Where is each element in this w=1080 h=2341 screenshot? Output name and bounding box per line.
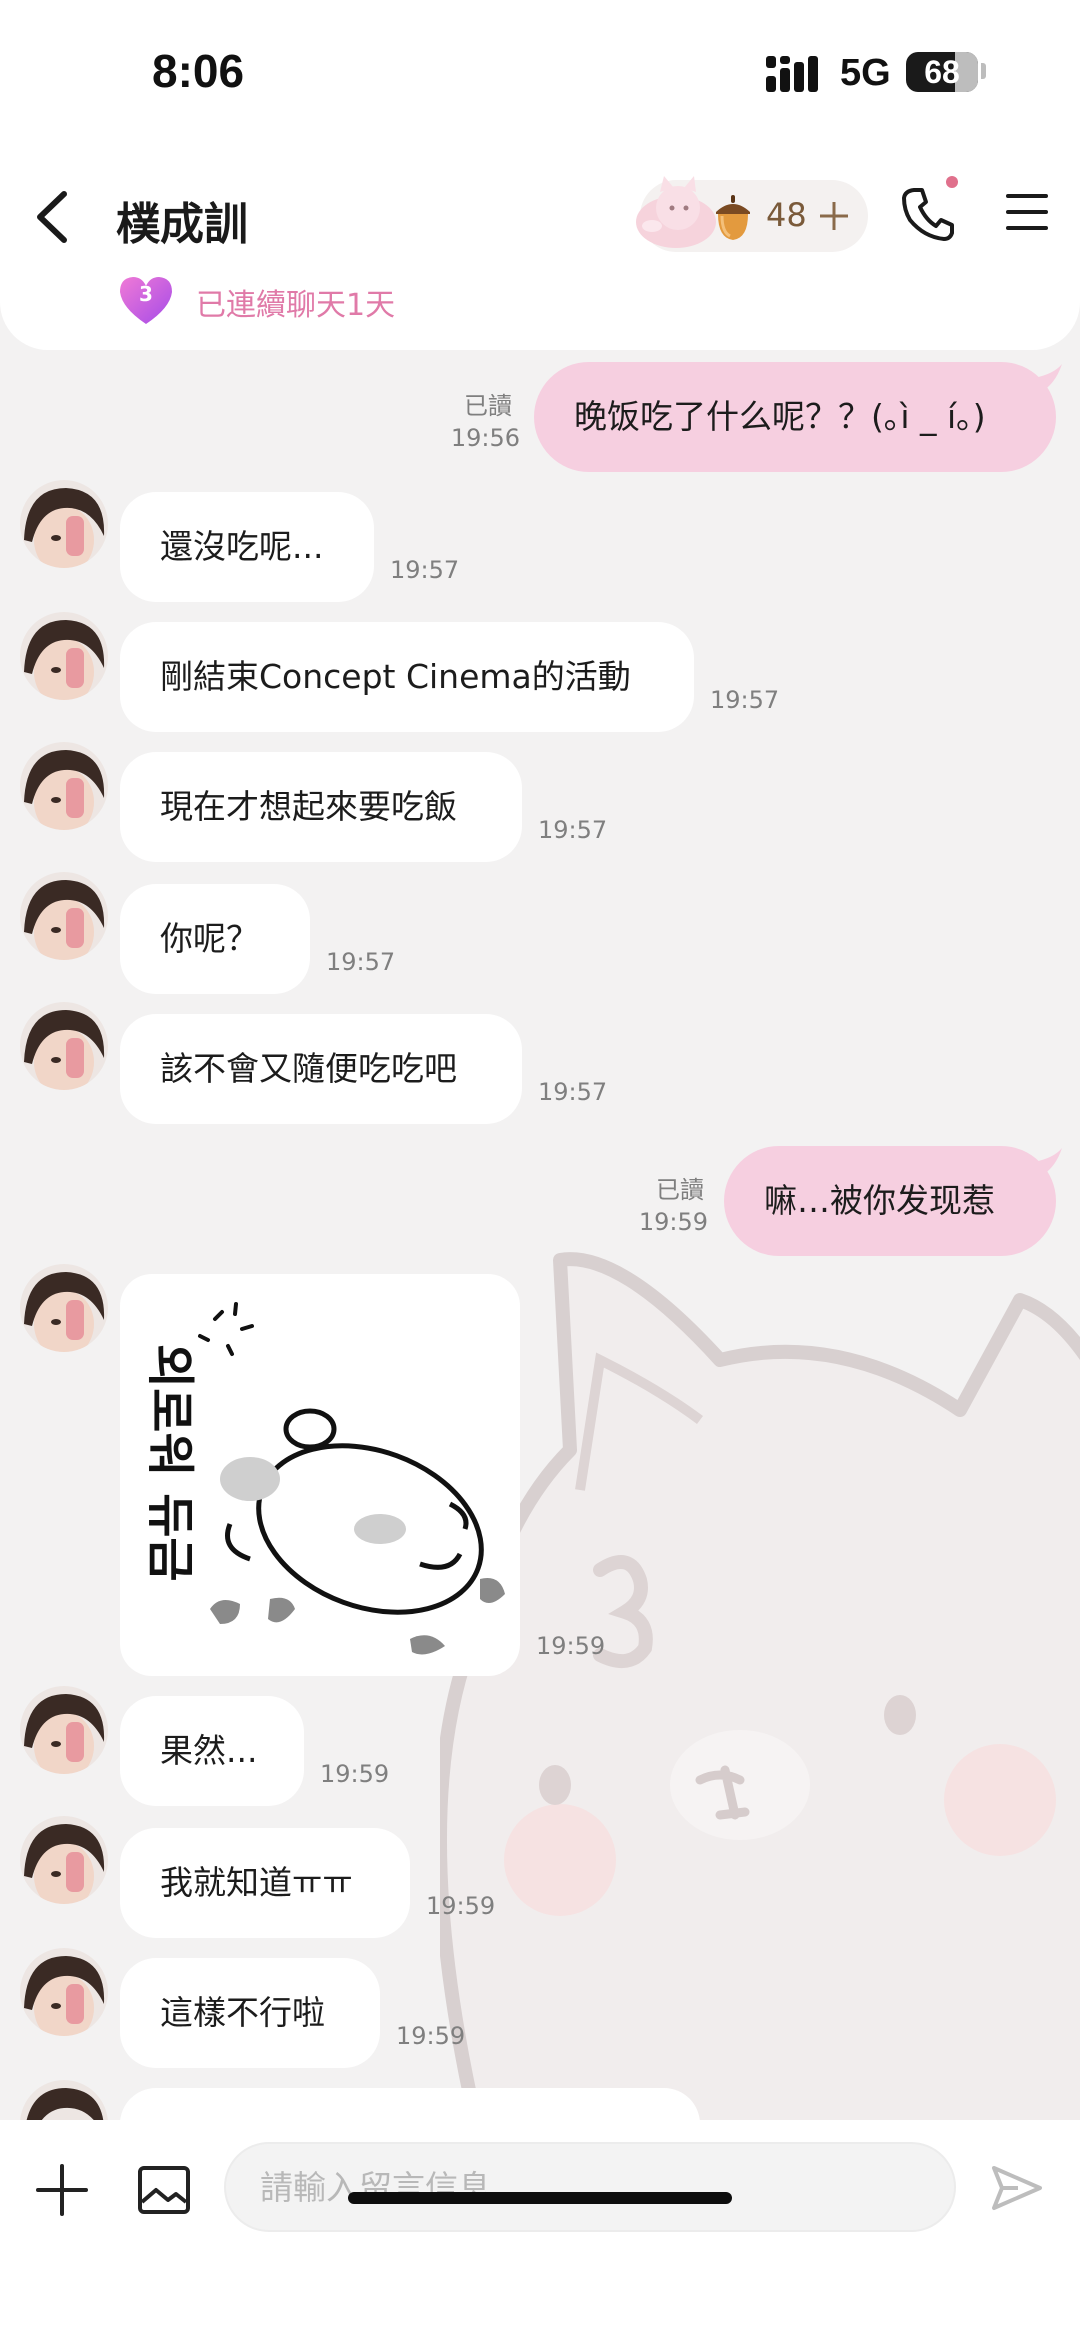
send-icon[interactable]: [988, 2160, 1044, 2216]
message-bubble[interactable]: 現在才想起來要吃飯: [120, 752, 522, 862]
avatar-image: [20, 480, 108, 568]
battery-cap: [981, 63, 986, 79]
message-timestamp: 19:59: [320, 1760, 390, 1788]
streak-count: 3: [139, 282, 153, 306]
status-bar: 8:06 5G 68: [0, 0, 1080, 150]
message-timestamp: 19:57: [538, 816, 608, 844]
message-timestamp: 19:57: [326, 948, 396, 976]
avatar-image: [20, 2080, 108, 2120]
acorn-icon: [716, 195, 750, 240]
chat-area[interactable]: 已讀 19:56 晚饭吃了什么呢？？(｡ì _ í｡) 還沒吃呢... 19:5…: [0, 350, 1080, 2120]
message-bubble[interactable]: 這樣不行啦: [120, 1958, 380, 2068]
acorn-count: 48: [766, 196, 807, 234]
sticker-image: 외로워 듀금: [142, 1302, 505, 1655]
message-composer: [0, 2120, 1080, 2341]
message-bubble-partial[interactable]: [120, 2088, 700, 2120]
avatar-image: [20, 872, 108, 960]
notification-dot: [946, 176, 958, 188]
message-timestamp: 19:59: [638, 1208, 708, 1236]
message-timestamp: 19:57: [538, 1078, 608, 1106]
network-label: 5G: [840, 52, 891, 94]
bubble-tail: [1034, 1148, 1062, 1174]
cat-mascot-icon: [636, 176, 716, 248]
sticker-message[interactable]: 외로워 듀금: [120, 1274, 520, 1676]
avatar[interactable]: [20, 872, 108, 960]
avatar[interactable]: [20, 2080, 108, 2120]
avatar[interactable]: [20, 1002, 108, 1090]
battery-level: 68: [924, 54, 960, 90]
message-bubble[interactable]: 該不會又隨便吃吃吧: [120, 1014, 522, 1124]
acorn-balance-button[interactable]: 48: [636, 176, 868, 252]
avatar[interactable]: [20, 742, 108, 830]
avatar[interactable]: [20, 1948, 108, 2036]
menu-icon[interactable]: [1006, 190, 1048, 234]
avatar-image: [20, 742, 108, 830]
message-bubble[interactable]: 晚饭吃了什么呢？？(｡ì _ í｡): [534, 362, 1056, 472]
message-bubble[interactable]: 我就知道ㅠㅠ: [120, 1828, 410, 1938]
message-timestamp: 19:59: [426, 1892, 496, 1920]
message-timestamp: 19:57: [710, 686, 780, 714]
message-input[interactable]: [224, 2142, 956, 2232]
message-bubble[interactable]: 剛結束Concept Cinema的活動: [120, 622, 694, 732]
avatar[interactable]: [20, 1686, 108, 1774]
read-receipt: 已讀: [656, 1176, 704, 1204]
home-indicator[interactable]: [348, 2192, 732, 2204]
phone-icon[interactable]: [900, 184, 956, 244]
avatar[interactable]: [20, 480, 108, 568]
background-cat-illustration: [440, 1252, 1080, 2120]
sticker-caption: 외로워 듀금: [142, 1344, 198, 1582]
avatar-image: [20, 1686, 108, 1774]
message-bubble[interactable]: 你呢？: [120, 884, 310, 994]
message-bubble[interactable]: 還沒吃呢...: [120, 492, 374, 602]
message-timestamp: 19:59: [536, 1632, 606, 1660]
avatar-image: [20, 1948, 108, 2036]
battery-icon: 68: [906, 52, 978, 92]
back-arrow-icon[interactable]: [28, 186, 78, 248]
avatar[interactable]: [20, 612, 108, 700]
message-timestamp: 19:57: [390, 556, 460, 584]
bubble-tail: [1034, 364, 1062, 390]
chat-header: 樸成訓 48 3 已連續聊天1天: [0, 150, 1080, 350]
read-receipt: 已讀: [464, 392, 512, 420]
message-timestamp: 19:56: [450, 424, 520, 452]
message-bubble[interactable]: 嘛…被你发现惹: [724, 1146, 1056, 1256]
add-icon[interactable]: [34, 2162, 90, 2218]
signal-icon: [766, 56, 818, 92]
avatar-image: [20, 1816, 108, 1904]
message-bubble[interactable]: 果然...: [120, 1696, 304, 1806]
gallery-icon[interactable]: [136, 2162, 192, 2218]
message-timestamp: 19:59: [396, 2022, 466, 2050]
plus-icon: [820, 202, 848, 230]
avatar[interactable]: [20, 1264, 108, 1352]
streak-text: 已連續聊天1天: [196, 288, 396, 323]
contact-name[interactable]: 樸成訓: [116, 188, 248, 252]
avatar-image: [20, 612, 108, 700]
avatar-image: [20, 1264, 108, 1352]
status-time: 8:06: [152, 45, 245, 97]
avatar[interactable]: [20, 1816, 108, 1904]
avatar-image: [20, 1002, 108, 1090]
